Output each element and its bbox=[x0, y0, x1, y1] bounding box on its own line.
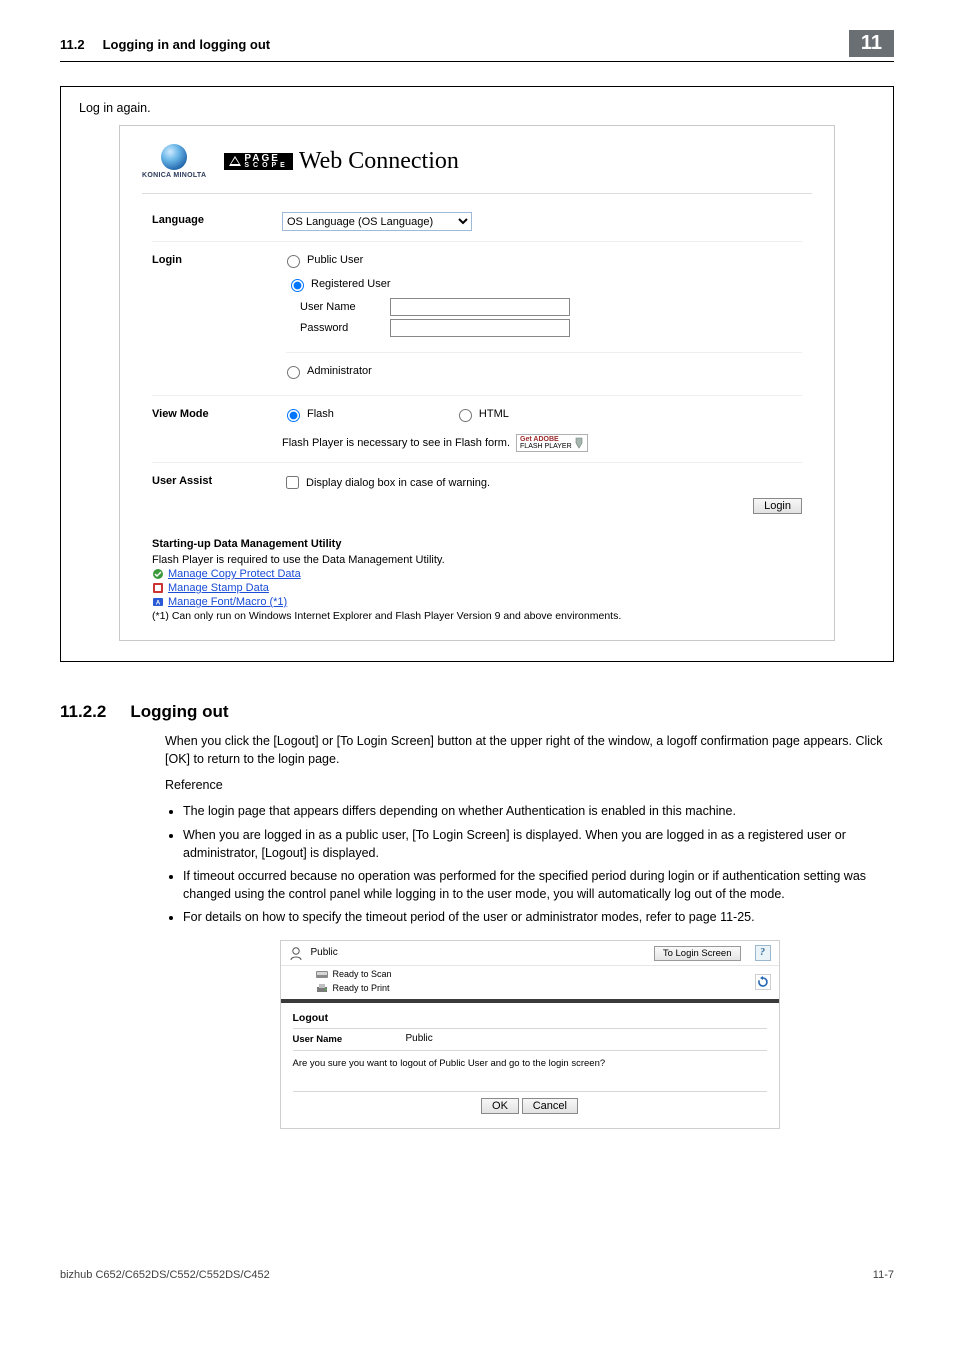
web-connection-panel: KONICA MINOLTA PAGESCOPE Web Connection … bbox=[119, 125, 835, 641]
intro-paragraph: When you click the [Logout] or [To Login… bbox=[165, 732, 894, 768]
flash-radio[interactable] bbox=[287, 409, 300, 422]
logout-username-label: User Name bbox=[293, 1033, 403, 1047]
password-label: Password bbox=[300, 322, 390, 334]
adobe-fp: FLASH PLAYER bbox=[520, 443, 572, 450]
registered-user-label: Registered User bbox=[311, 278, 390, 290]
footer-page: 11-7 bbox=[873, 1269, 894, 1281]
public-label: Public bbox=[311, 946, 338, 961]
manage-copy-protect-link[interactable]: Manage Copy Protect Data bbox=[168, 568, 301, 580]
konica-minolta-logo: KONICA MINOLTA bbox=[142, 144, 206, 179]
globe-icon bbox=[161, 144, 187, 170]
to-login-screen-button[interactable]: To Login Screen bbox=[654, 946, 741, 961]
help-icon[interactable]: ? bbox=[755, 945, 771, 961]
user-assist-checkbox[interactable] bbox=[286, 476, 299, 489]
login-button[interactable]: Login bbox=[753, 498, 802, 514]
svg-text:A: A bbox=[156, 601, 161, 607]
subsection-number: 11.2.2 bbox=[60, 702, 106, 722]
bullet-3: If timeout occurred because no operation… bbox=[183, 867, 894, 903]
scanner-icon bbox=[315, 969, 329, 981]
reference-label: Reference bbox=[165, 776, 894, 794]
chapter-badge: 11 bbox=[849, 30, 894, 57]
ok-button[interactable]: OK bbox=[481, 1098, 519, 1114]
html-label: HTML bbox=[479, 408, 509, 420]
bullet-1: The login page that appears differs depe… bbox=[183, 802, 894, 820]
pagescope-logo: PAGESCOPE Web Connection bbox=[224, 148, 459, 175]
konica-minolta-text: KONICA MINOLTA bbox=[142, 172, 206, 179]
cancel-button[interactable]: Cancel bbox=[522, 1098, 578, 1114]
ready-print: Ready to Print bbox=[333, 982, 390, 995]
footer-model: bizhub C652/C652DS/C552/C552DS/C452 bbox=[60, 1269, 270, 1281]
public-user-radio[interactable] bbox=[287, 255, 300, 268]
section-title: Logging in and logging out bbox=[103, 37, 849, 52]
section-number: 11.2 bbox=[60, 37, 85, 52]
refresh-icon bbox=[757, 976, 769, 988]
user-name-label: User Name bbox=[300, 301, 390, 313]
manage-font-macro-link[interactable]: Manage Font/Macro (*1) bbox=[168, 596, 287, 608]
password-input[interactable] bbox=[390, 319, 570, 337]
user-icon bbox=[289, 946, 303, 961]
printer-icon bbox=[315, 983, 329, 995]
bullet-4: For details on how to specify the timeou… bbox=[183, 908, 894, 926]
administrator-label: Administrator bbox=[307, 365, 372, 377]
ready-scan: Ready to Scan bbox=[333, 968, 392, 981]
login-label: Login bbox=[152, 252, 282, 385]
stamp-icon bbox=[152, 582, 164, 594]
startup-note: Flash Player is required to use the Data… bbox=[152, 554, 802, 566]
language-select[interactable]: OS Language (OS Language) bbox=[282, 212, 472, 231]
adobe-icon bbox=[574, 437, 584, 449]
logout-username-value: Public bbox=[403, 1031, 583, 1048]
administrator-radio[interactable] bbox=[287, 366, 300, 379]
web-connection-title: Web Connection bbox=[299, 148, 459, 175]
registered-user-radio[interactable] bbox=[291, 279, 304, 292]
user-assist-label: User Assist bbox=[152, 473, 282, 514]
user-assist-text: Display dialog box in case of warning. bbox=[306, 477, 490, 489]
login-again-box: Log in again. KONICA MINOLTA PAGESCOPE W… bbox=[60, 86, 894, 662]
refresh-button[interactable] bbox=[755, 974, 771, 990]
copy-protect-icon bbox=[152, 568, 164, 580]
manage-stamp-link[interactable]: Manage Stamp Data bbox=[168, 582, 269, 594]
view-mode-label: View Mode bbox=[152, 406, 282, 452]
user-name-input[interactable] bbox=[390, 298, 570, 316]
html-radio[interactable] bbox=[459, 409, 472, 422]
bullet-2: When you are logged in as a public user,… bbox=[183, 826, 894, 862]
logout-confirm-text: Are you sure you want to logout of Publi… bbox=[293, 1057, 767, 1071]
brand-scope: SCOPE bbox=[244, 163, 289, 169]
public-user-label: Public User bbox=[307, 254, 363, 266]
adobe-get: Get ADOBE bbox=[520, 436, 559, 443]
flash-note: Flash Player is necessary to see in Flas… bbox=[282, 437, 510, 449]
pagescope-icon bbox=[228, 155, 242, 167]
flash-label: Flash bbox=[307, 408, 334, 420]
logout-confirmation-panel: Public To Login Screen ? Ready to Scan R… bbox=[280, 940, 780, 1129]
language-label: Language bbox=[152, 212, 282, 231]
subsection-title: Logging out bbox=[130, 702, 228, 722]
login-again-text: Log in again. bbox=[79, 101, 875, 115]
font-macro-icon: A bbox=[152, 596, 164, 608]
startup-footnote: (*1) Can only run on Windows Internet Ex… bbox=[152, 610, 802, 622]
startup-title: Starting-up Data Management Utility bbox=[152, 538, 802, 550]
logout-heading: Logout bbox=[293, 1011, 767, 1026]
adobe-flash-badge[interactable]: Get ADOBEFLASH PLAYER bbox=[516, 434, 588, 452]
